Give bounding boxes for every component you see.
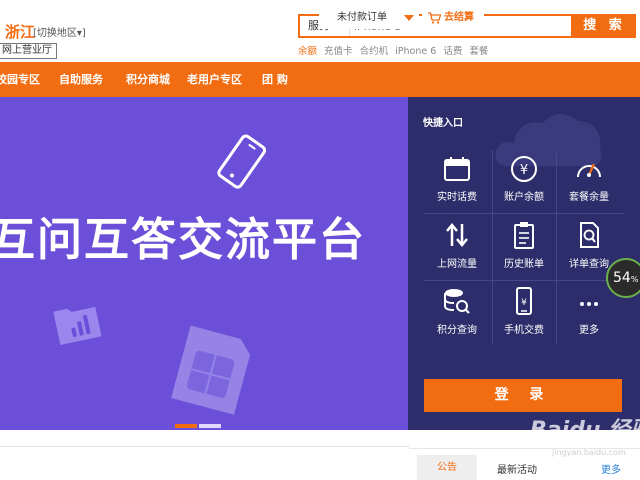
- quick-item-history-bill[interactable]: 历史账单: [493, 220, 555, 286]
- hot-link[interactable]: 充值卡: [324, 46, 353, 57]
- quick-item-label: 账户余额: [504, 192, 544, 203]
- yuan-icon: ¥: [511, 156, 537, 182]
- quick-access-title: 快捷入口: [423, 118, 463, 129]
- quick-item-data-usage[interactable]: 上网流量: [426, 220, 488, 286]
- checkout-label: 去结算: [444, 12, 474, 23]
- nav-item-self-service[interactable]: 自助服务: [59, 62, 103, 97]
- switch-region-link[interactable]: [切换地区▾]: [33, 24, 86, 39]
- search-document-icon: [580, 222, 599, 248]
- section-divider: [0, 446, 410, 447]
- main-nav: 校园专区 自助服务 积分商城 老用户专区 团 购: [0, 62, 640, 97]
- quick-item-points-query[interactable]: 积分查询: [426, 286, 488, 352]
- quick-item-label: 上网流量: [437, 259, 477, 270]
- watermark-url: jingyan.baidu.com: [552, 448, 626, 457]
- quick-item-label: 套餐余量: [569, 192, 609, 203]
- checkout-button[interactable]: 去结算: [422, 7, 484, 29]
- updown-arrows-icon: [446, 223, 468, 247]
- hot-link[interactable]: iPhone 6: [395, 46, 436, 57]
- phone-illustration-icon: [217, 134, 267, 189]
- quick-item-package-remaining[interactable]: 套餐余量: [558, 155, 620, 221]
- search-button[interactable]: 搜 索: [573, 14, 636, 38]
- calendar-icon: [444, 157, 470, 181]
- unpaid-orders-label: 未付款订单: [337, 12, 387, 23]
- quick-item-balance[interactable]: ¥ 账户余额: [493, 155, 555, 221]
- hot-link[interactable]: 套餐: [469, 46, 488, 57]
- carousel-dot-active[interactable]: [175, 424, 197, 428]
- quick-item-label: 更多: [579, 325, 599, 336]
- banner-title: 互问互答交流平台: [0, 213, 367, 266]
- folder-chart-illustration-icon: [53, 306, 102, 345]
- quick-item-label: 手机交费: [504, 325, 544, 336]
- nav-item-campus[interactable]: 校园专区: [0, 62, 40, 97]
- hot-links: 余额 充值卡 合约机 iPhone 6 话费 套餐: [298, 43, 492, 57]
- quick-item-label: 实时话费: [437, 192, 477, 203]
- carousel-dot[interactable]: [199, 424, 221, 428]
- speed-value: 54: [613, 270, 631, 286]
- more-icon: [580, 302, 598, 306]
- unpaid-orders-select[interactable]: 未付款订单: [319, 7, 419, 29]
- hot-link[interactable]: 余额: [298, 46, 317, 57]
- region-name: 浙江: [5, 23, 36, 41]
- quick-item-realtime-fee[interactable]: 实时话费: [426, 155, 488, 221]
- sim-card-illustration-icon: [171, 325, 251, 415]
- hot-link[interactable]: 话费: [443, 46, 462, 57]
- svg-text:¥: ¥: [521, 298, 527, 308]
- hot-link[interactable]: 合约机: [360, 46, 389, 57]
- speed-badge[interactable]: 54%: [606, 258, 640, 298]
- online-hall-label: 网上营业厅: [0, 43, 57, 59]
- quick-item-label: 历史账单: [504, 259, 544, 270]
- gauge-icon: [577, 163, 601, 178]
- nav-item-group-buy[interactable]: 团 购: [262, 62, 288, 97]
- carousel-indicators: [175, 413, 223, 432]
- coins-search-icon: [444, 289, 470, 314]
- dropdown-triangle-icon: [404, 15, 414, 21]
- cart-icon: [428, 12, 441, 24]
- page: 浙江 [切换地区▾] 网上营业厅 服务 ﹀ 搜 索 余额 充值卡 合约机 iPh…: [0, 0, 640, 480]
- nav-item-old-users[interactable]: 老用户专区: [187, 62, 242, 97]
- nav-item-points-mall[interactable]: 积分商城: [126, 62, 170, 97]
- latest-activities-title: 最新活动: [497, 465, 537, 476]
- speed-unit: %: [630, 275, 639, 284]
- login-button[interactable]: 登 录: [424, 379, 622, 412]
- watermark: Baidu 经验: [530, 418, 640, 443]
- more-link[interactable]: 更多: [601, 461, 621, 476]
- quick-item-phone-payment[interactable]: ¥ 手机交费: [493, 286, 555, 352]
- quick-item-more[interactable]: 更多: [558, 286, 620, 352]
- grid-divider: [556, 150, 557, 345]
- notice-tab[interactable]: 公告: [417, 455, 477, 480]
- clipboard-icon: [514, 222, 534, 249]
- phone-yuan-icon: ¥: [516, 287, 532, 315]
- svg-text:¥: ¥: [520, 163, 528, 178]
- quick-item-label: 积分查询: [437, 325, 477, 336]
